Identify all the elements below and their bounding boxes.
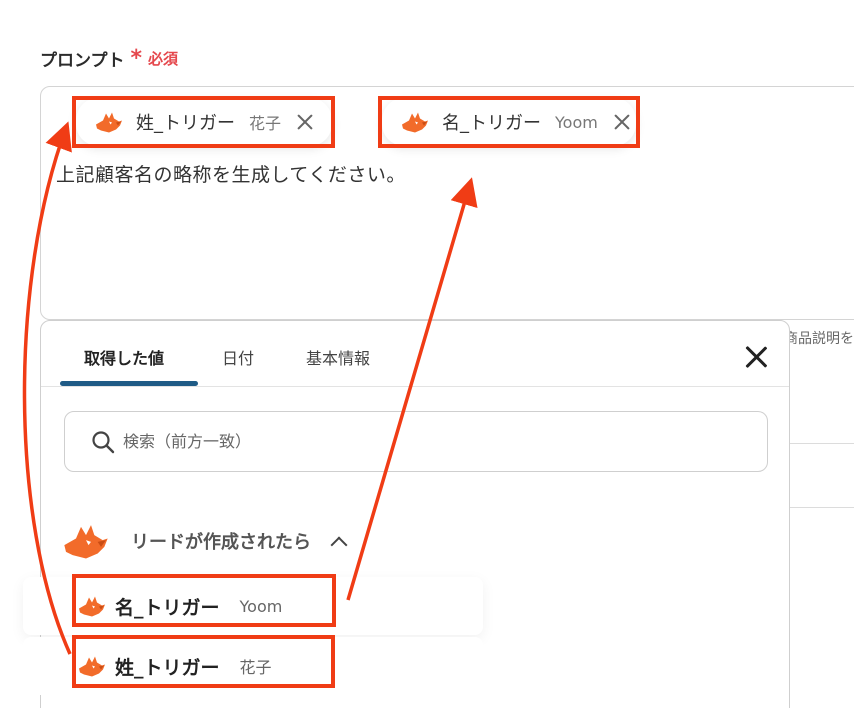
- prompt-field-label: プロンプト * 必須: [40, 46, 179, 72]
- chip-value: Yoom: [555, 112, 598, 132]
- required-asterisk: *: [130, 46, 143, 71]
- close-icon[interactable]: [744, 345, 768, 369]
- item-value: Yoom: [239, 596, 283, 616]
- tab-date[interactable]: 日付: [222, 345, 254, 369]
- search-icon: [92, 430, 115, 453]
- yoom-fox-icon: [77, 593, 107, 619]
- background-divider: [790, 507, 854, 508]
- item-value: 花子: [239, 658, 272, 677]
- chip-name: 名_トリガー: [442, 113, 541, 134]
- item-name: 姓_トリガー: [115, 656, 220, 679]
- required-badge: 必須: [148, 50, 179, 68]
- chevron-up-icon[interactable]: [330, 536, 348, 554]
- trigger-section-header[interactable]: リードが作成されたら: [61, 511, 541, 571]
- list-item-last-name[interactable]: 姓_トリガー 花子: [23, 637, 483, 695]
- close-icon[interactable]: [295, 112, 315, 132]
- yoom-fox-icon: [94, 109, 124, 135]
- list-item-first-name[interactable]: 名_トリガー Yoom: [23, 577, 483, 635]
- yoom-fox-icon: [400, 109, 430, 135]
- background-hint-text: 商品説明を: [784, 331, 854, 347]
- prompt-label-text: プロンプト: [40, 51, 125, 71]
- active-tab-indicator: [60, 381, 198, 386]
- tab-bar: 取得した値 日付 基本情報: [41, 321, 789, 387]
- section-title: リードが作成されたら: [131, 532, 311, 553]
- chip-value: 花子: [249, 114, 282, 133]
- tab-basic-info[interactable]: 基本情報: [306, 345, 370, 369]
- yoom-fox-icon: [77, 653, 107, 679]
- search-input[interactable]: [123, 432, 683, 451]
- chip-last-name-trigger[interactable]: 姓_トリガー 花子: [76, 98, 332, 146]
- search-box[interactable]: [64, 411, 768, 472]
- variable-picker-panel: 取得した値 日付 基本情報 リードが作成されたら 名_トリガー Yoom 姓_ト…: [23, 320, 790, 708]
- item-name: 名_トリガー: [115, 596, 220, 619]
- yoom-fox-icon: [61, 520, 111, 562]
- background-divider: [790, 443, 854, 444]
- tab-retrieved-values[interactable]: 取得した値: [84, 345, 164, 369]
- chip-first-name-trigger[interactable]: 名_トリガー Yoom: [382, 98, 636, 146]
- prompt-text: 上記顧客名の略称を生成してください。: [56, 164, 406, 186]
- close-icon[interactable]: [612, 112, 632, 132]
- chip-name: 姓_トリガー: [136, 113, 235, 134]
